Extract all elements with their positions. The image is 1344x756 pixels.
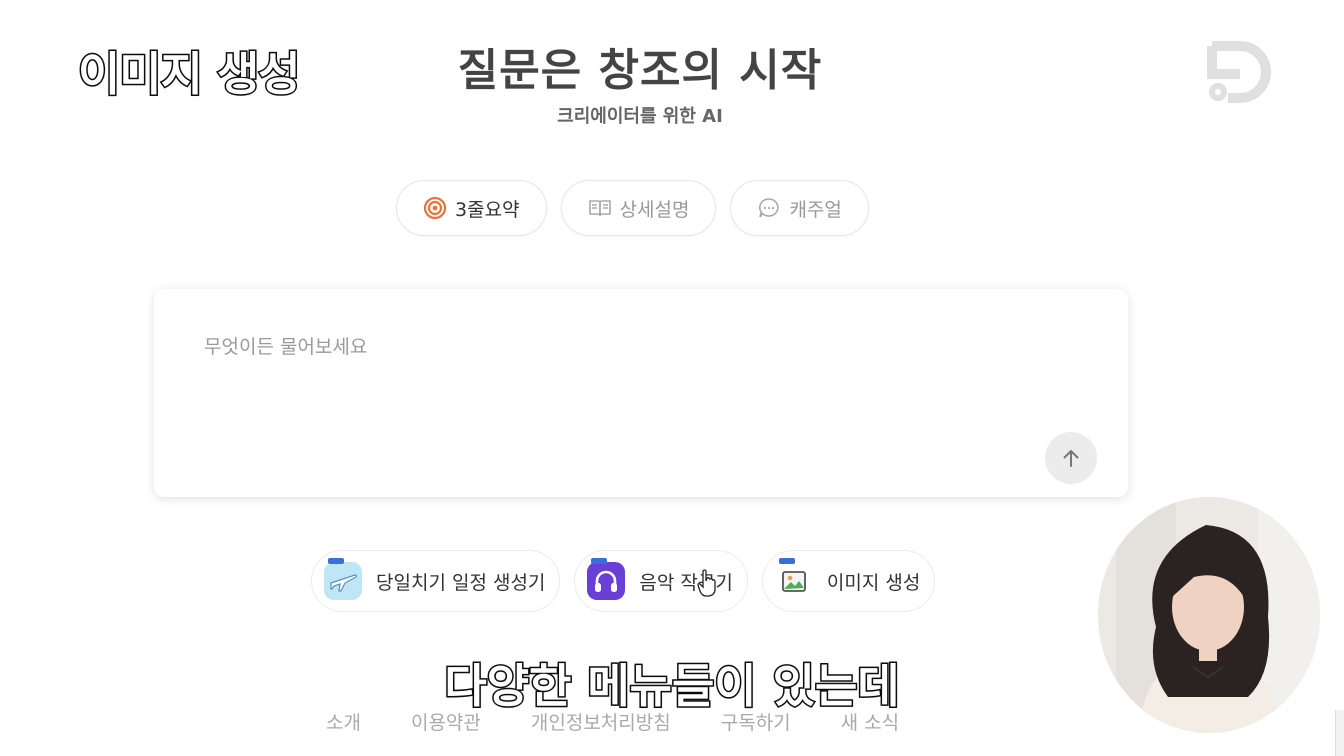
mode-casual-button[interactable]: 캐주얼 [730, 180, 869, 236]
tool-list: 당일치기 일정 생성기 음악 작곡기 이미지 생성 [311, 550, 936, 612]
tool-image-generator[interactable]: 이미지 생성 [761, 550, 936, 612]
presenter-video [1098, 497, 1320, 733]
prompt-input[interactable] [202, 335, 1026, 359]
scrollbar-edge [1335, 710, 1344, 756]
send-button[interactable] [1045, 432, 1097, 484]
mode-detail-button[interactable]: 상세설명 [560, 180, 717, 236]
tool-music-label: 음악 작곡기 [639, 571, 733, 594]
tool-daytrip-planner[interactable]: 당일치기 일정 생성기 [311, 550, 561, 612]
prompt-box [154, 289, 1128, 497]
chat-bubble-icon [759, 198, 780, 218]
airplane-icon [324, 558, 362, 600]
book-icon [588, 200, 611, 217]
arrow-up-icon [1063, 450, 1079, 467]
image-icon [774, 558, 813, 600]
headphones-icon [587, 558, 626, 600]
tool-daytrip-label: 당일치기 일정 생성기 [376, 571, 546, 594]
page-subtitle: 크리에이터를 위한 AI [557, 106, 723, 127]
mode-summary-button[interactable]: 3줄요약 [396, 180, 547, 236]
brand-logo-icon[interactable] [1206, 40, 1272, 104]
mode-selector: 3줄요약 상세설명 캐주얼 [396, 180, 869, 236]
mode-detail-label: 상세설명 [619, 198, 690, 221]
tool-image-label: 이미지 생성 [826, 571, 921, 594]
webcam-overlay [1098, 497, 1320, 733]
mode-summary-label: 3줄요약 [455, 198, 520, 221]
hand-cursor-icon [697, 569, 716, 597]
target-icon [423, 196, 447, 220]
mode-casual-label: 캐주얼 [789, 198, 842, 221]
tool-music-composer[interactable]: 음악 작곡기 [574, 550, 748, 612]
page-title: 질문은 창조의 시작 [457, 45, 823, 96]
